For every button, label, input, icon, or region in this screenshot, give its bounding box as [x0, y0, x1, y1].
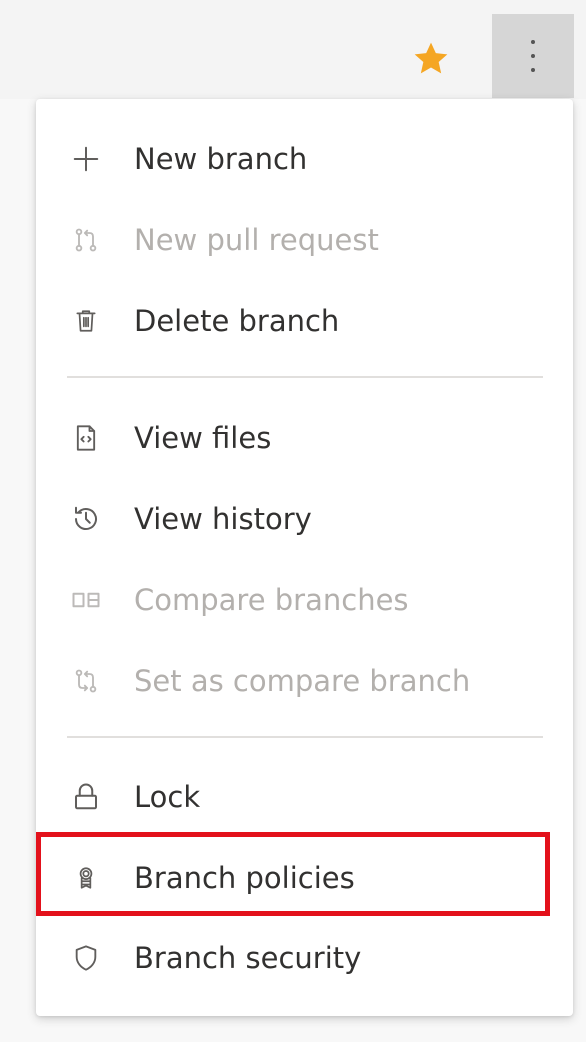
- menu-separator: [67, 376, 543, 378]
- menu-item-label: New branch: [134, 142, 308, 176]
- pull-request-icon: [68, 222, 104, 258]
- history-icon: [68, 501, 104, 537]
- menu-item-view-files[interactable]: View files: [36, 398, 573, 478]
- menu-item-delete-branch[interactable]: Delete branch: [36, 281, 573, 361]
- menu-item-compare-branches[interactable]: Compare branches: [36, 560, 573, 640]
- menu-item-label: View files: [134, 421, 272, 455]
- highlight-box: [36, 832, 550, 916]
- compare-icon: [68, 582, 104, 618]
- menu-item-new-pull-request[interactable]: New pull request: [36, 200, 573, 280]
- menu-separator: [67, 736, 543, 738]
- star-icon[interactable]: [411, 39, 451, 79]
- more-vertical-icon-dot: [531, 68, 535, 72]
- menu-item-label: New pull request: [134, 223, 379, 257]
- trash-icon: [68, 303, 104, 339]
- menu-item-set-as-compare-branch[interactable]: Set as compare branch: [36, 641, 573, 721]
- menu-item-branch-security[interactable]: Branch security: [36, 918, 573, 998]
- menu-item-label: Delete branch: [134, 304, 340, 338]
- more-vertical-icon-dot: [531, 54, 535, 58]
- menu-item-view-history[interactable]: View history: [36, 479, 573, 559]
- menu-item-new-branch[interactable]: New branch: [36, 119, 573, 199]
- menu-item-label: Branch security: [134, 941, 362, 975]
- top-toolbar: [0, 0, 586, 99]
- plus-icon: [68, 141, 104, 177]
- more-vertical-icon: [531, 40, 535, 44]
- menu-item-lock[interactable]: Lock: [36, 757, 573, 837]
- more-options-button[interactable]: [492, 14, 574, 98]
- menu-item-label: Lock: [134, 780, 201, 814]
- menu-item-label: Compare branches: [134, 583, 409, 617]
- lock-icon: [68, 779, 104, 815]
- menu-item-label: View history: [134, 502, 312, 536]
- file-code-icon: [68, 420, 104, 456]
- menu-item-label: Set as compare branch: [134, 664, 471, 698]
- compare-branch-icon: [68, 663, 104, 699]
- shield-icon: [68, 940, 104, 976]
